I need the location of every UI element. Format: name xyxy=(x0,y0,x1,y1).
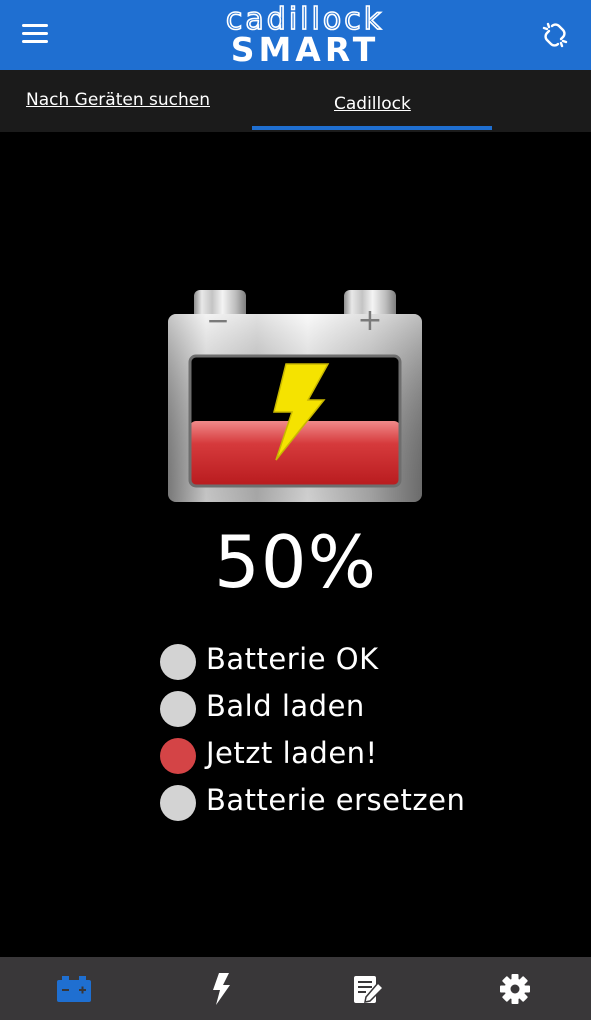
tab-bar: Nach Geräten suchen Cadillock xyxy=(0,70,591,132)
lightning-icon xyxy=(212,972,230,1005)
status-label: Bald laden xyxy=(206,689,365,723)
status-replace-battery: Batterie ersetzen xyxy=(160,781,500,828)
tab-search-devices[interactable]: Nach Geräten suchen xyxy=(26,90,210,110)
settings-gear-icon xyxy=(499,973,530,1004)
battery-icon xyxy=(56,975,91,1002)
tab-cadillock[interactable]: Cadillock xyxy=(334,94,411,114)
hamburger-menu-icon[interactable] xyxy=(22,24,48,46)
status-label: Batterie OK xyxy=(206,642,379,676)
nav-battery[interactable] xyxy=(0,957,147,1020)
battery-level-graphic: − + xyxy=(168,290,422,502)
status-charge-soon: Bald laden xyxy=(160,687,500,734)
status-battery-ok: Batterie OK xyxy=(160,640,500,687)
logo-wordmark-bottom: SMART xyxy=(230,30,380,69)
battery-percentage: 50% xyxy=(213,520,378,604)
active-tab-indicator xyxy=(252,126,492,130)
plus-terminal-label: + xyxy=(357,303,382,338)
app-header: cadillock SMART xyxy=(0,0,591,70)
status-indicator-dot xyxy=(160,644,196,680)
nav-charging[interactable] xyxy=(147,957,294,1020)
bottom-navigation xyxy=(0,957,591,1020)
broken-link-icon[interactable] xyxy=(542,22,568,48)
nav-settings[interactable] xyxy=(441,957,588,1020)
minus-terminal-label: − xyxy=(206,304,229,337)
notes-edit-icon xyxy=(353,975,384,1003)
nav-notes[interactable] xyxy=(294,957,441,1020)
status-indicator-dot xyxy=(160,738,196,774)
status-label: Batterie ersetzen xyxy=(206,783,466,817)
battery-status-list: Batterie OK Bald laden Jetzt laden! Batt… xyxy=(160,640,500,828)
status-indicator-dot xyxy=(160,691,196,727)
app-logo: cadillock SMART xyxy=(178,3,432,69)
status-indicator-dot xyxy=(160,785,196,821)
status-label: Jetzt laden! xyxy=(206,736,378,770)
status-charge-now: Jetzt laden! xyxy=(160,734,500,781)
